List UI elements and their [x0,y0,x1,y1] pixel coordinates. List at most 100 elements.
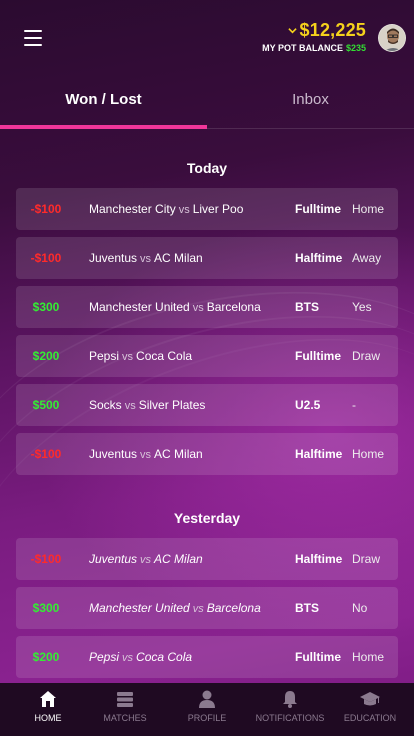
home-team: Pepsi [89,349,120,363]
nav-home[interactable]: HOME [7,683,89,736]
bet-pick: - [352,398,356,412]
pot-balance-value: $235 [345,43,366,53]
tab-inbox[interactable]: Inbox [207,75,414,129]
bet-row[interactable]: $300 Manchester United vs Barcelona BTS No [16,587,398,629]
bet-amount: -$100 [30,447,62,461]
bottom-nav: HOME MATCHES PROFILE NOTIFICATIONS EDUCA… [0,683,414,736]
home-team: Manchester City [89,202,176,216]
bet-type: Fulltime [295,349,342,363]
away-team: Silver Plates [138,398,206,412]
home-team: Socks [89,398,122,412]
bet-row[interactable]: -$100 Juventus vs AC Milan Halftime Home [16,433,398,475]
pot-balance-label: MY POT BALANCE [262,43,343,53]
vs-label: vs [192,302,204,314]
match-name: Manchester United vs Barcelona [89,300,261,314]
bet-type: U2.5 [295,398,321,412]
balance-amount: $12,225 [299,20,366,40]
nav-education[interactable]: EDUCATION [329,683,411,736]
menu-icon[interactable] [24,30,42,46]
section-title-yesterday: Yesterday [173,510,241,526]
bet-row[interactable]: $500 Socks vs Silver Plates U2.5 - [16,384,398,426]
bet-row[interactable]: $200 Pepsi vs Coca Cola Fulltime Draw [16,335,398,377]
nav-matches[interactable]: MATCHES [84,683,166,736]
nav-label: EDUCATION [343,713,397,723]
bet-row[interactable]: $200 Pepsi vs Coca Cola Fulltime Home [16,636,398,678]
balance-block[interactable]: $12,225 MY POT BALANCE $235 [262,20,366,53]
bet-amount: $200 [32,650,60,664]
away-team: AC Milan [154,552,203,566]
nav-label: MATCHES [103,713,147,723]
nav-profile[interactable]: PROFILE [166,683,248,736]
nav-label: HOME [34,713,62,723]
away-team: Liver Poo [192,202,244,216]
app-screen: $12,225 MY POT BALANCE $235 Won / Lost In… [0,0,414,736]
bet-amount: $200 [32,349,60,363]
away-team: AC Milan [154,447,203,461]
match-name: Socks vs Silver Plates [89,398,205,412]
bet-pick: Draw [352,349,381,363]
bet-row[interactable]: -$100 Juventus vs AC Milan Halftime Draw [16,538,398,580]
home-team: Juventus [89,552,138,566]
bet-type: BTS [295,300,319,314]
bet-amount: $300 [32,300,60,314]
vs-label: vs [122,652,134,664]
bet-type: Fulltime [295,650,342,664]
bet-row[interactable]: -$100 Manchester City vs Liver Poo Fulltim… [16,188,398,230]
bet-amount: -$100 [30,552,62,566]
vs-label: vs [192,603,204,615]
away-team: Coca Cola [136,650,193,664]
match-name: Pepsi vs Coca Cola [89,650,192,664]
home-team: Juventus [89,447,138,461]
match-name: Manchester United vs Barcelona [89,601,261,615]
away-team: Coca Cola [136,349,193,363]
vs-label: vs [178,204,190,216]
away-team: AC Milan [154,251,203,265]
chevron-down-icon[interactable] [287,26,297,35]
bet-pick: Home [352,202,385,216]
bet-pick: Away [352,251,382,265]
tab-bar: Won / Lost Inbox [0,75,414,129]
bet-type: Halftime [295,447,343,461]
bet-row[interactable]: -$100 Juventus vs AC Milan Halftime Away [16,237,398,279]
vs-label: vs [122,351,134,363]
match-name: Juventus vs AC Milan [89,447,203,461]
bet-amount: $500 [32,398,60,412]
bet-amount: -$100 [30,251,62,265]
bet-row[interactable]: $300 Manchester United vs Barcelona BTS Ye… [16,286,398,328]
bet-amount: -$100 [30,202,62,216]
bet-type: BTS [295,601,319,615]
bet-type: Fulltime [295,202,342,216]
vs-label: vs [140,554,152,566]
home-icon [40,691,56,707]
match-name: Pepsi vs Coca Cola [89,349,192,363]
vs-label: vs [140,253,152,265]
bet-pick: No [352,601,368,615]
profile-icon [199,690,215,708]
nav-label: PROFILE [187,713,227,723]
section-title-today: Today [186,160,228,176]
graduation-cap-icon [360,692,380,706]
vs-label: vs [124,400,136,412]
header: $12,225 MY POT BALANCE $235 [0,0,414,75]
bet-pick: Draw [352,552,381,566]
home-team: Manchester United [89,300,190,314]
matches-icon [117,692,133,707]
tab-won-lost[interactable]: Won / Lost [0,75,207,129]
home-team: Manchester United [89,601,190,615]
bet-pick: Home [352,447,385,461]
bell-icon [283,691,297,708]
avatar[interactable] [378,24,406,52]
match-name: Juventus vs AC Milan [89,251,203,265]
match-name: Juventus vs AC Milan [89,552,203,566]
nav-notifications[interactable]: NOTIFICATIONS [249,683,331,736]
home-team: Juventus [89,251,138,265]
bet-type: Halftime [295,552,343,566]
active-tab-indicator [0,125,207,129]
nav-label: NOTIFICATIONS [255,713,325,723]
match-name: Manchester City vs Liver Poo [89,202,243,216]
away-team: Barcelona [206,601,261,615]
bet-amount: $300 [32,601,60,615]
bet-pick: Yes [352,300,372,314]
bet-type: Halftime [295,251,343,265]
bet-pick: Home [352,650,385,664]
